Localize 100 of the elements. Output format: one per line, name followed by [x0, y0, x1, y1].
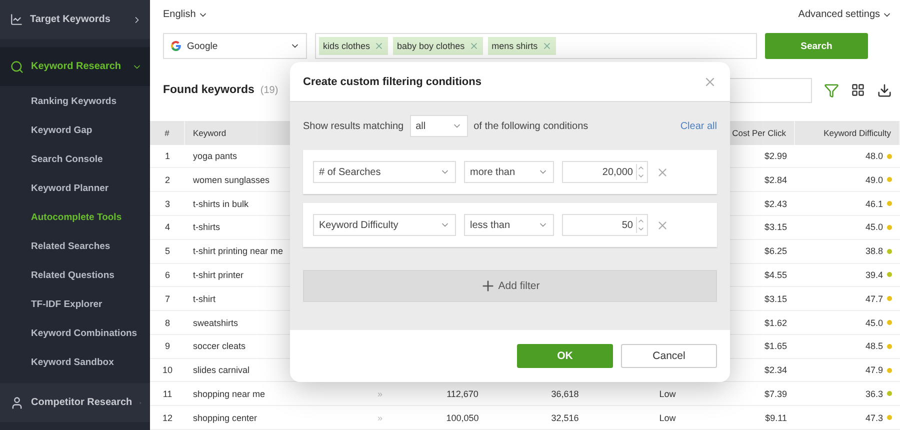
table-cell-text: 32,516: [550, 412, 580, 425]
keyword-text: soccer cleats: [193, 341, 246, 352]
keyword-text: sweatshirts: [193, 318, 238, 328]
download-icon[interactable]: [877, 82, 892, 98]
table-cell-text: Low: [658, 412, 677, 425]
match-label: of the following conditions: [474, 120, 588, 132]
match-select[interactable]: all: [410, 115, 468, 137]
keyword-text: shopping near me: [193, 388, 266, 399]
sidebar-section[interactable]: Keyword Research: [0, 47, 150, 86]
section-label: Competitor Research: [31, 397, 132, 408]
keywords-field[interactable]: kids clothes baby boy clothes mens shirts: [315, 33, 757, 60]
sidebar-section[interactable]: Target Keywords: [0, 0, 150, 39]
cpc-cell-text: $7.39: [763, 388, 788, 401]
remove-icon[interactable]: [656, 218, 669, 232]
table-cell-text: 100,050: [445, 412, 480, 425]
field-select[interactable]: Keyword Difficulty: [313, 214, 456, 236]
difficulty-value: 36.3: [865, 388, 883, 399]
difficulty-value: 39.4: [865, 270, 883, 280]
cancel-button[interactable]: Cancel: [621, 344, 717, 368]
sidebar-item[interactable]: TF-IDF Explorer: [0, 290, 150, 319]
row-number: 2: [164, 174, 171, 187]
keyword-text: t-shirt printing near me: [193, 246, 284, 256]
remove-icon[interactable]: [468, 41, 479, 52]
spinner-icon[interactable]: [636, 164, 645, 180]
table-cell-text: 112,670: [446, 388, 480, 401]
table-cell-text: Low: [658, 388, 677, 401]
found-title: Found keywords: [163, 84, 254, 96]
row-number: 3: [164, 198, 171, 211]
add-filter-button[interactable]: Add filter: [303, 270, 717, 302]
advanced-settings-dropdown[interactable]: Advanced settings: [798, 9, 892, 20]
sidebar-item[interactable]: Autocomplete Tools: [0, 203, 150, 232]
difficulty-value: 48.5: [865, 341, 883, 352]
sidebar-item[interactable]: Keyword Combinations: [0, 319, 150, 348]
cpc-cell-text: $4.55: [763, 268, 788, 282]
difficulty-value: 45.0: [865, 318, 883, 328]
row-number: 10: [161, 364, 174, 378]
value-field[interactable]: 20,000: [562, 161, 648, 183]
sidebar-item[interactable]: Ranking Keywords: [0, 87, 150, 116]
cpc-cell-text: $6.25: [763, 245, 788, 258]
grid-icon[interactable]: [851, 83, 865, 98]
row-number: 4: [164, 221, 171, 234]
keyword-tag: baby boy clothes: [393, 37, 483, 56]
keyword-text: t-shirt printer: [193, 270, 244, 280]
keyword-text: t-shirts in bulk: [193, 198, 249, 209]
cpc-cell-text: $3.15: [763, 292, 788, 306]
sidebar-item[interactable]: Keyword Planner: [0, 174, 150, 203]
cpc-cell-text: $2.99: [763, 150, 788, 164]
person-icon: [10, 396, 24, 410]
sidebar-item[interactable]: Keyword Gap: [0, 116, 150, 145]
difficulty-value: 48.0: [865, 151, 883, 162]
sidebar-item[interactable]: Keyword Sandbox: [0, 348, 150, 377]
row-number: 12: [161, 412, 174, 425]
remove-icon[interactable]: [656, 166, 669, 178]
value-field[interactable]: 50: [562, 214, 648, 236]
cpc-cell-text: $2.43: [763, 198, 788, 211]
spinner-icon[interactable]: [636, 217, 645, 233]
field-select[interactable]: # of Searches: [313, 161, 456, 183]
difficulty-value: 46.1: [865, 198, 883, 209]
g-logo-icon: [170, 40, 182, 52]
remove-icon[interactable]: [542, 41, 552, 52]
row-number: 11: [162, 388, 174, 401]
cpc-cell-text: $9.11: [764, 412, 788, 425]
cpc-cell-text: $1.62: [763, 316, 788, 330]
keyword-tag: mens shirts: [488, 37, 556, 56]
search-icon: [10, 60, 24, 74]
operator-select[interactable]: less than: [464, 214, 554, 236]
cpc-cell-text: $1.65: [763, 340, 788, 354]
sidebar-item[interactable]: Related Searches: [0, 232, 150, 261]
engine-select[interactable]: Google: [163, 33, 307, 60]
section-label: Target Keywords: [30, 14, 112, 25]
chart-icon: [10, 13, 23, 26]
difficulty-value: 47.7: [865, 294, 883, 304]
keyword-tag: kids clothes: [319, 37, 388, 56]
table-cell-text: 36,618: [550, 388, 580, 401]
row-number: 1: [164, 150, 171, 164]
row-number: 7: [164, 292, 171, 306]
sidebar-section[interactable]: Competitor Research: [0, 383, 150, 422]
column-header[interactable]: Keyword Difficulty: [795, 120, 900, 145]
keyword-text: t-shirt: [193, 294, 216, 304]
language-dropdown[interactable]: English: [163, 9, 208, 20]
difficulty-value: 47.3: [865, 412, 883, 423]
operator-select[interactable]: more than: [464, 161, 554, 183]
sidebar-item[interactable]: Related Questions: [0, 261, 150, 290]
cpc-cell-text: $2.34: [763, 364, 788, 378]
column-header[interactable]: #: [150, 120, 185, 145]
difficulty-value: 47.9: [865, 365, 883, 376]
remove-icon[interactable]: [374, 41, 384, 52]
cpc-cell-text: $2.84: [763, 174, 788, 187]
keyword-text: t-shirts: [193, 222, 220, 232]
filter-icon[interactable]: [824, 82, 839, 98]
row-number: 5: [164, 245, 171, 258]
difficulty-value: 38.8: [865, 246, 883, 256]
row-number: 9: [164, 340, 171, 354]
keyword-text: yoga pants: [193, 151, 238, 162]
row-number: 8: [164, 316, 171, 330]
cpc-cell-text: $3.15: [763, 221, 788, 234]
found-count: (19): [260, 84, 278, 96]
keyword-text: slides carnival: [193, 365, 250, 376]
dialog-title: Create custom filtering conditions: [303, 76, 482, 88]
sidebar-item[interactable]: Search Console: [0, 145, 150, 174]
